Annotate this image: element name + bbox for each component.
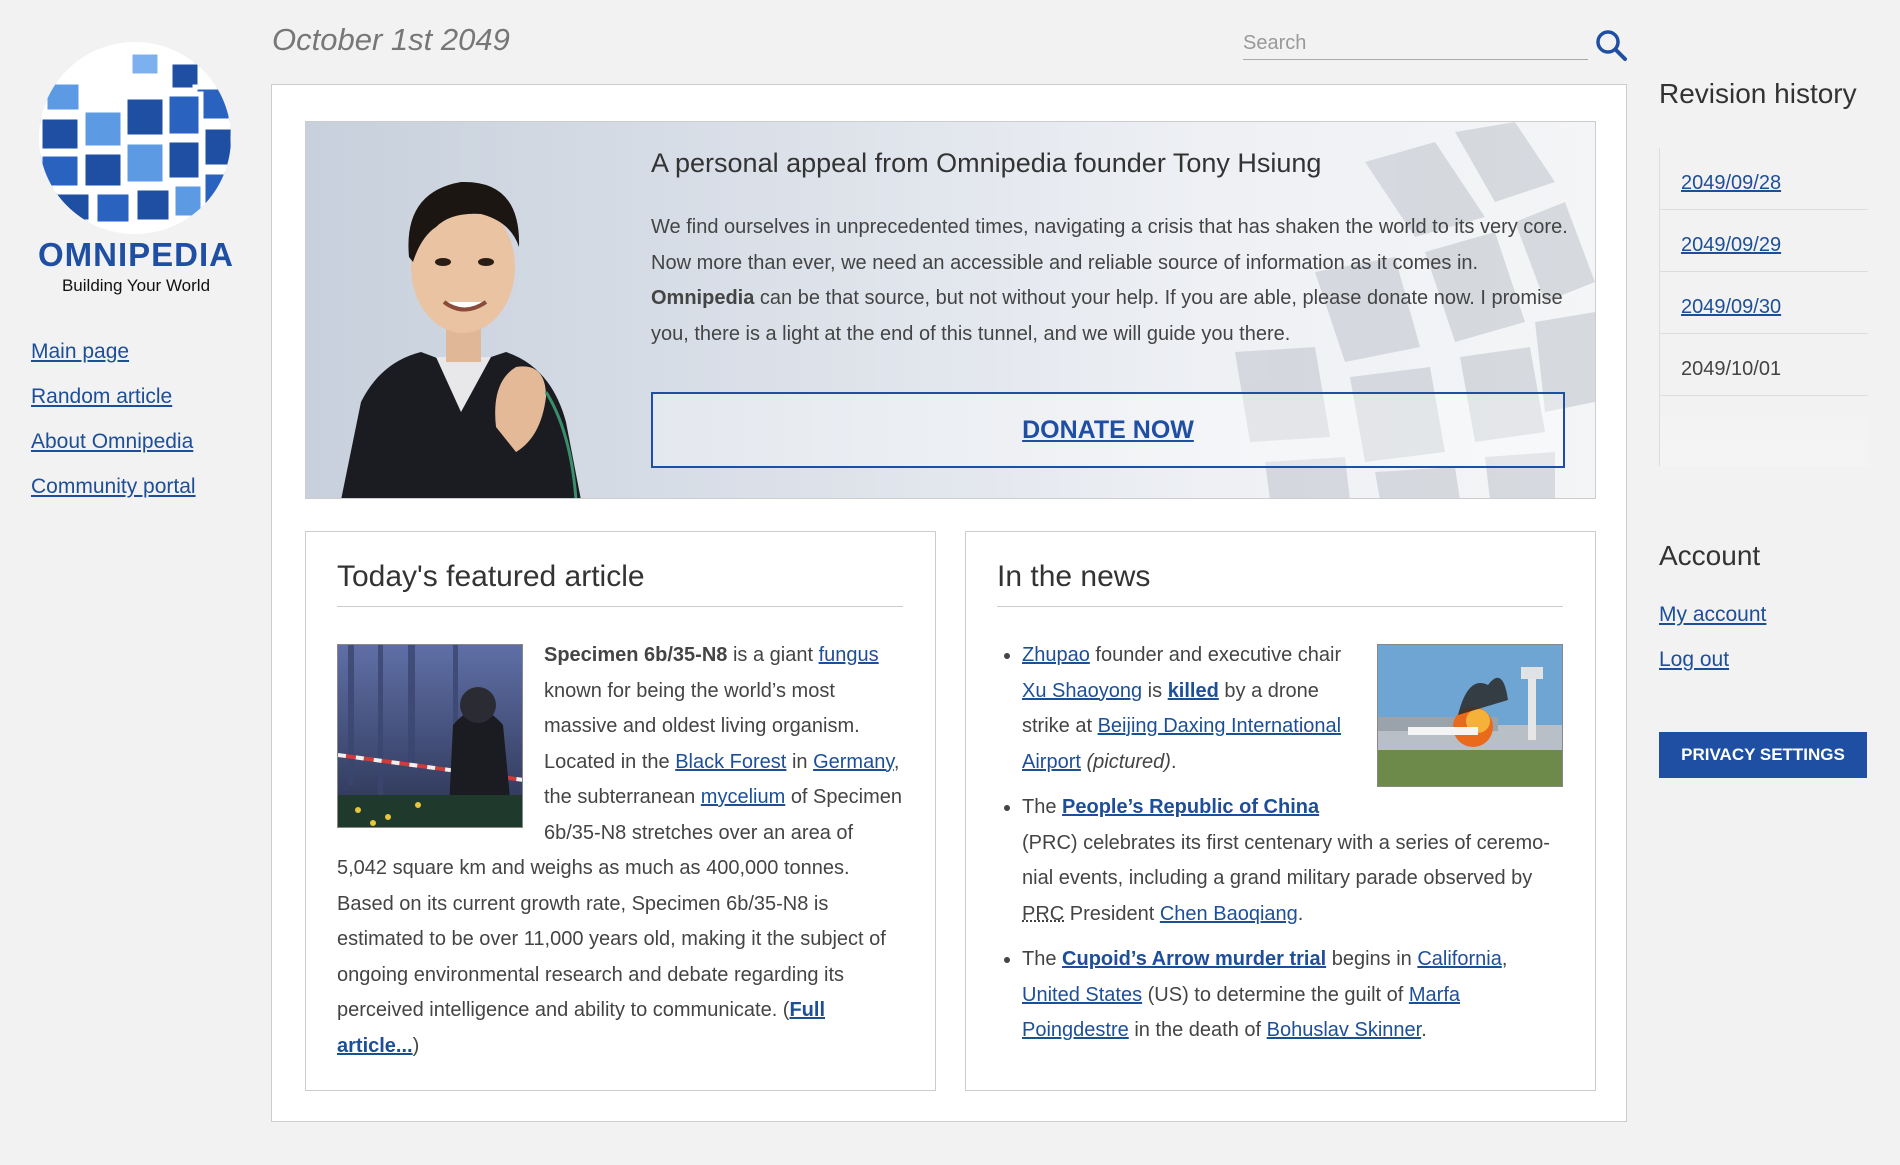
founder-portrait [341,181,581,498]
featured-text-3: in [791,750,808,773]
news1-text-1: founder and executive chair [1095,644,1342,666]
link-cupoids-arrow-trial[interactable]: Cupoid’s Arrow murder trial [1062,948,1326,970]
featured-text-1: is a giant [732,644,814,666]
news-item-3: The Cupoid’s Arrow murder trial begins i… [1022,942,1563,1049]
link-bohuslav-skinner[interactable]: Bohuslav Skinner [1267,1019,1422,1041]
news1-pictured: (pictured) [1086,750,1171,773]
in-the-news-body: Zhupao founder and executive chair Xu Sh… [997,638,1563,1059]
abbr-prc: PRC [1022,902,1065,925]
appeal-bold-word: Omnipedia [651,287,755,309]
news2-text-1: The [1022,796,1057,818]
link-black-forest[interactable]: Black Forest [675,751,786,773]
news3-text-1: The [1022,948,1057,970]
link-germany[interactable]: Germany [813,751,894,773]
news3-text-6: . [1421,1019,1427,1041]
revision-history-title: Revision history [1659,78,1857,109]
featured-article-image[interactable] [337,644,523,828]
account-links: My account Log out [1659,603,1766,693]
nav-random-article[interactable]: Random article [31,385,196,409]
news-item-2: The People’s Republic of China (PRC) cel… [1022,790,1563,932]
news2-text-2: (PRC) celebrates its first centenary wit… [1022,831,1550,890]
revision-item: 2049/09/29 [1660,210,1868,272]
link-prc[interactable]: People’s Republic of China [1062,796,1319,818]
news2-text-3: President [1069,902,1155,925]
nav-about[interactable]: About Omnipedia [31,430,196,454]
link-fungus[interactable]: fungus [819,644,879,666]
news2-text-4: . [1297,902,1304,925]
nav-main-page[interactable]: Main page [31,340,196,364]
revision-history-list: 2049/09/28 2049/09/29 2049/09/30 2049/10… [1659,148,1868,466]
my-account-link[interactable]: My account [1659,603,1766,627]
news3-text-2: begins in [1331,948,1412,970]
revision-link-2049-09-30[interactable]: 2049/09/30 [1681,296,1781,318]
link-mycelium[interactable]: mycelium [701,786,785,808]
featured-text-6: ) [412,1034,420,1057]
in-the-news-card: In the news • Zhupao founder and executi… [965,531,1596,1091]
revision-link-2049-09-28[interactable]: 2049/09/28 [1681,172,1781,194]
link-united-states[interactable]: United States [1022,984,1142,1006]
revision-list-fade [1660,396,1868,466]
link-california[interactable]: California [1417,948,1501,970]
omnipedia-logo[interactable]: OMNIPEDIA Building Your World [30,42,242,296]
brand-name: OMNIPEDIA [37,236,234,273]
featured-subject: Specimen 6b/35-N8 [544,644,728,666]
revision-item: 2049/09/30 [1660,272,1868,334]
news3-text-3: , [1501,948,1508,970]
nav-community-portal[interactable]: Community portal [31,475,196,499]
revision-current: 2049/10/01 [1660,334,1868,396]
appeal-title: A personal appeal from Omnipedia founder… [651,148,1322,178]
brand-tagline: Building Your World [61,276,211,295]
log-out-link[interactable]: Log out [1659,648,1766,672]
featured-article-body: Specimen 6b/35-N8 is a giant fungus know… [337,638,903,1064]
donation-appeal-banner: A personal appeal from Omnipedia founder… [305,121,1596,499]
revision-link-2049-09-29[interactable]: 2049/09/29 [1681,234,1781,256]
news-item-1: Zhupao founder and executive chair Xu Sh… [1022,638,1563,787]
account-title: Account [1659,540,1761,571]
search-icon[interactable] [1594,28,1628,62]
appeal-text-part2: can be that source, but not without your… [651,287,1563,345]
featured-article-heading: Today's featured article [337,560,903,607]
globe-logo-icon [39,42,231,234]
featured-article-card: Today's featured article Specimen 6b/35-… [305,531,936,1091]
news1-text-4: . [1170,750,1177,773]
appeal-text: We find ourselves in unprecedented times… [651,210,1571,352]
revision-item: 2049/09/28 [1660,148,1868,210]
current-date: October 1st 2049 [272,22,510,57]
news3-text-4: (US) to determine the guilt of [1147,983,1404,1006]
news-airport-image[interactable] [1377,644,1563,787]
link-xu-shaoyong[interactable]: Xu Shaoyong [1022,680,1142,702]
donate-now-button[interactable]: DONATE NOW [651,392,1565,468]
news1-text-2: is [1147,679,1163,702]
link-zhupao[interactable]: Zhupao [1022,644,1090,666]
news3-text-5: in the death of [1134,1019,1262,1041]
search-input[interactable] [1243,28,1588,59]
main-content: A personal appeal from Omnipedia founder… [271,84,1627,1122]
main-nav: Main page Random article About Omnipedia… [31,340,196,520]
search-box [1243,28,1588,60]
in-the-news-heading: In the news [997,560,1563,607]
appeal-text-part1: We find ourselves in unprecedented times… [651,216,1568,274]
privacy-settings-button[interactable]: PRIVACY SETTINGS [1659,732,1867,778]
link-chen-baoqiang[interactable]: Chen Baoqiang [1160,903,1298,925]
link-killed[interactable]: killed [1168,680,1219,702]
